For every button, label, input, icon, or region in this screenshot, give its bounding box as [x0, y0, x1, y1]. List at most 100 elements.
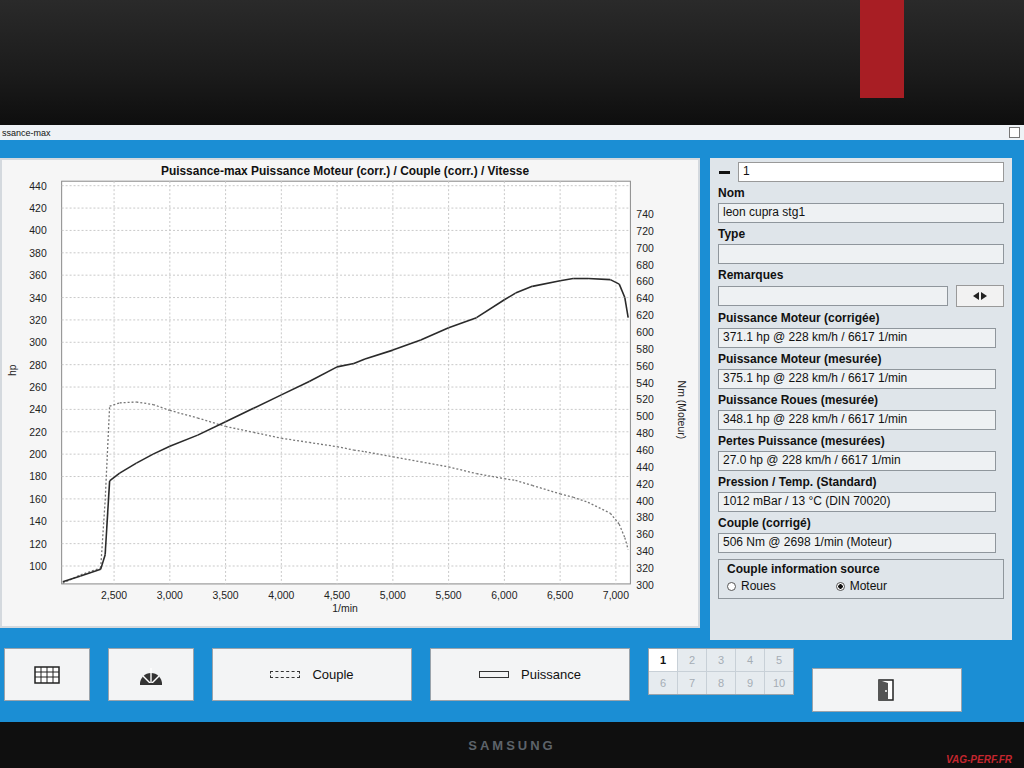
grid-line	[225, 181, 226, 584]
right-tick: 420	[636, 479, 654, 490]
page-button[interactable]: 1	[649, 649, 677, 671]
radio-icon[interactable]	[836, 582, 845, 591]
collapse-icon[interactable]	[718, 167, 732, 177]
series-segment	[476, 300, 504, 318]
record-field[interactable]: 1	[738, 162, 1004, 182]
exit-button[interactable]	[812, 668, 962, 712]
left-tick: 220	[29, 427, 47, 438]
left-tick: 100	[29, 561, 47, 572]
right-tick: 580	[636, 344, 654, 355]
grid-line	[615, 181, 616, 584]
monitor-bezel: SAMSUNGVAG-PERF.FR	[0, 722, 1024, 768]
grid-line	[62, 342, 631, 343]
grid-line	[62, 230, 631, 231]
monitor-brand: SAMSUNG	[468, 738, 555, 753]
series-segment	[421, 462, 449, 467]
result-label: Puissance Roues (mesurée)	[718, 393, 1004, 407]
radio-option[interactable]: Moteur	[836, 579, 887, 593]
legend-label: Puissance	[521, 667, 581, 682]
right-tick: 460	[636, 445, 654, 456]
series-segment	[532, 485, 560, 493]
radio-label: Roues	[741, 579, 776, 593]
text-input[interactable]: leon cupra stg1	[718, 203, 1004, 223]
right-axis-label: Nm (Moteur)	[676, 381, 687, 440]
series-segment	[532, 281, 560, 287]
field-row: leon cupra stg1	[718, 203, 1004, 223]
grid-line	[504, 181, 505, 584]
text-input[interactable]	[718, 286, 948, 306]
grid-line	[62, 543, 631, 544]
series-segment	[588, 502, 610, 513]
grid-line	[62, 185, 631, 186]
series-segment	[253, 432, 281, 438]
series-segment	[516, 286, 533, 293]
right-tick: 640	[636, 293, 654, 304]
legend-button[interactable]: Puissance	[430, 648, 630, 701]
series-segment	[610, 280, 619, 284]
grid-line	[62, 476, 631, 477]
field-row	[718, 244, 1004, 264]
series-segment	[136, 402, 153, 405]
page-button: 4	[736, 649, 764, 671]
series-segment	[619, 284, 625, 297]
series-segment	[110, 473, 120, 481]
series-segment	[365, 452, 393, 457]
expand-button[interactable]	[956, 285, 1004, 307]
result-value: 27.0 hp @ 228 km/h / 6617 1/min	[718, 451, 996, 471]
grid-line	[62, 566, 631, 567]
right-tick: 560	[636, 361, 654, 372]
right-tick: 540	[636, 378, 654, 389]
field-label: Nom	[718, 186, 1004, 200]
series-segment	[337, 447, 354, 450]
radio-option[interactable]: Roues	[727, 579, 776, 593]
right-tick: 320	[636, 563, 654, 574]
x-tick: 5,000	[380, 590, 406, 601]
info-field: Nom leon cupra stg1	[718, 186, 1004, 223]
series-segment	[63, 575, 81, 583]
result-label: Pression / Temp. (Standard)	[718, 475, 1004, 489]
series-segment	[625, 538, 628, 550]
grid-line	[62, 498, 631, 499]
series-segment	[170, 410, 198, 418]
series-segment	[105, 481, 109, 555]
x-tick: 2,500	[101, 590, 127, 601]
radio-row: Roues Moteur	[727, 579, 995, 593]
left-tick: 160	[29, 494, 47, 505]
radio-icon[interactable]	[727, 582, 736, 591]
x-tick: 4,000	[268, 590, 294, 601]
field-label: Remarques	[718, 268, 1004, 282]
text-input[interactable]	[718, 244, 1004, 264]
page-button: 5	[765, 649, 793, 671]
series-segment	[421, 328, 449, 340]
series-segment	[198, 422, 226, 435]
left-tick: 180	[29, 471, 47, 482]
right-tick: 520	[636, 394, 654, 405]
chart-panel: Puissance-max Puissance Moteur (corr.) /…	[0, 158, 700, 628]
x-axis-label: 1/min	[332, 603, 358, 614]
x-tick: 7,000	[603, 590, 629, 601]
grid-line	[62, 431, 631, 432]
series-segment	[337, 364, 354, 367]
right-tick: 720	[636, 226, 654, 237]
window-body: Puissance-max Puissance Moteur (corr.) /…	[0, 140, 1024, 722]
right-tick: 340	[636, 546, 654, 557]
close-icon[interactable]	[1009, 127, 1020, 138]
left-tick: 320	[29, 315, 47, 326]
right-tick: 700	[636, 243, 654, 254]
field-row	[718, 285, 1004, 307]
series-segment	[625, 298, 628, 318]
legend-button[interactable]: Couple	[212, 648, 412, 701]
grid-line	[392, 181, 393, 584]
button-bar: CouplePuissance12345678910	[0, 640, 1012, 712]
series-segment	[309, 442, 337, 446]
left-tick: 140	[29, 516, 47, 527]
table-button[interactable]	[4, 648, 90, 701]
window-titlebar: ssance-max	[0, 125, 1024, 140]
logo-button[interactable]	[108, 648, 194, 701]
page-button: 6	[649, 672, 677, 694]
page-button: 7	[678, 672, 706, 694]
series-segment	[516, 480, 533, 485]
left-tick: 360	[29, 270, 47, 281]
result-label: Couple (corrigé)	[718, 516, 1004, 530]
grid-line	[448, 181, 449, 584]
